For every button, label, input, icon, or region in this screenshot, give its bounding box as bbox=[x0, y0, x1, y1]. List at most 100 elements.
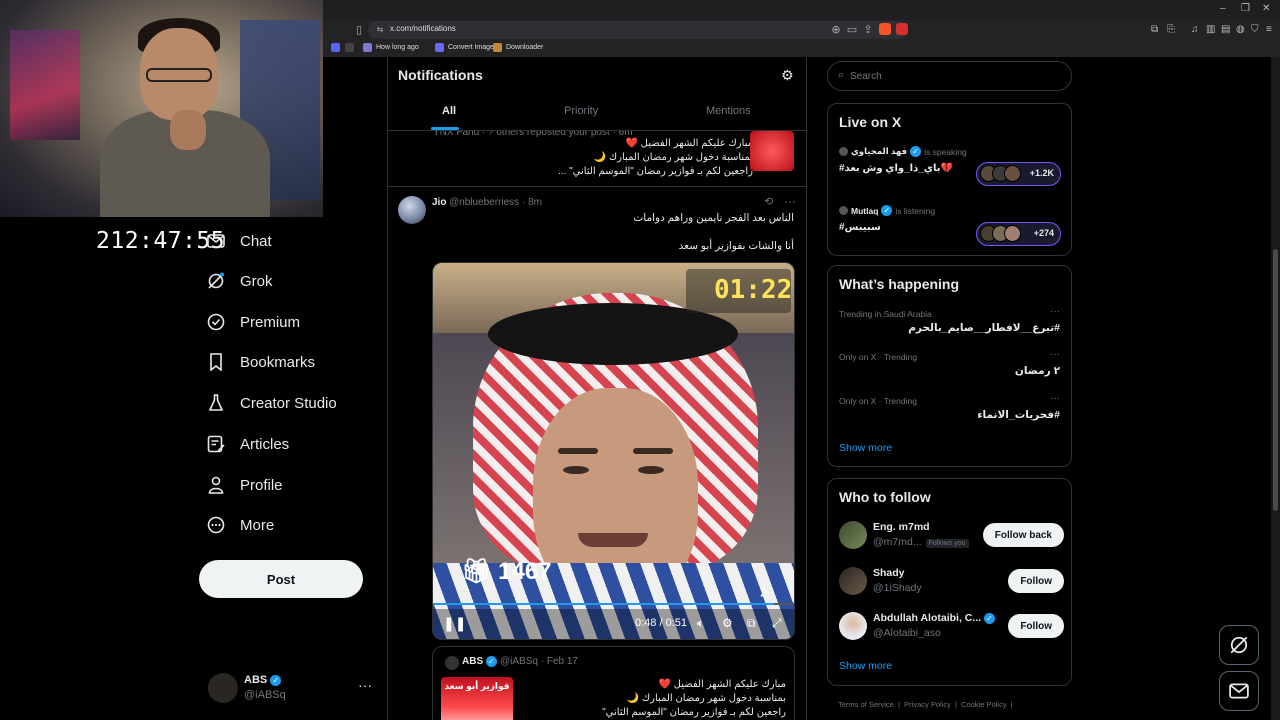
brave-rewards-icon[interactable] bbox=[896, 23, 908, 35]
avatar[interactable] bbox=[839, 521, 867, 549]
trend-item[interactable]: ٢ رمضان bbox=[1015, 365, 1060, 377]
author-name[interactable]: Jio bbox=[432, 197, 446, 208]
sidebar-icon[interactable]: ▥ bbox=[1206, 24, 1215, 35]
post-thumbnail[interactable] bbox=[750, 131, 794, 171]
bookmark-page-icon[interactable]: ▯ bbox=[353, 24, 365, 36]
avatar[interactable] bbox=[398, 196, 426, 224]
messages-fab-button[interactable] bbox=[1219, 671, 1259, 711]
live-topic[interactable]: #سبيبس bbox=[839, 222, 881, 233]
live-topic[interactable]: #باي_ذا_واي وش بعد💔 bbox=[839, 163, 953, 174]
extensions-icon[interactable]: ⧉ bbox=[1151, 24, 1158, 35]
bookmark-how-long-ago[interactable]: How long ago bbox=[363, 43, 419, 52]
menu-icon[interactable]: ≡ bbox=[1266, 24, 1272, 35]
trend-item[interactable]: #تبرع__لافطار__صايم_بالحرم bbox=[908, 322, 1060, 334]
share-icon[interactable]: ⇪ bbox=[862, 24, 874, 36]
close-icon[interactable]: ✕ bbox=[1262, 3, 1270, 14]
downloads-icon[interactable]: ⎘ bbox=[1167, 24, 1175, 35]
flask-icon bbox=[205, 392, 227, 414]
search-box[interactable]: ⌕ bbox=[827, 61, 1072, 91]
search-input[interactable] bbox=[850, 66, 1060, 86]
nav-item-articles[interactable]: Articles bbox=[205, 426, 289, 462]
zoom-icon[interactable]: ⊕ bbox=[830, 24, 842, 36]
account-switcher[interactable]: ABS ✓ @iABSq ··· bbox=[208, 671, 378, 707]
address-bar[interactable]: ⇆ x.com/notifications ⊕ ▭ ⇪ ☆ bbox=[368, 21, 908, 39]
avatar[interactable] bbox=[839, 612, 867, 640]
cookie-link[interactable]: Cookie Policy bbox=[961, 700, 1006, 709]
terms-link[interactable]: Terms of Service bbox=[838, 700, 894, 709]
video-progress-bar[interactable] bbox=[433, 603, 794, 605]
picture-in-picture-icon[interactable]: ⧉ bbox=[747, 616, 756, 631]
tab-priority[interactable]: Priority bbox=[564, 105, 598, 117]
nav-item-chat[interactable]: Chat bbox=[205, 223, 272, 259]
quoted-post[interactable]: ABS ✓ @iABSq · Feb 17 فوازير أبو سعد مبا… bbox=[432, 646, 795, 720]
fullscreen-icon[interactable]: ⤢ bbox=[772, 616, 782, 631]
live-host[interactable]: Mutlaq ✓ is listening bbox=[839, 205, 935, 216]
repost-notification[interactable]: YNX Fahd · ? others reposted your post ·… bbox=[388, 127, 806, 187]
wall-poster bbox=[10, 30, 80, 140]
avatar bbox=[1004, 165, 1021, 182]
post-button[interactable]: Post bbox=[199, 560, 363, 598]
bookmark-c[interactable] bbox=[345, 43, 354, 52]
live-listeners-pill[interactable]: +1.2K bbox=[976, 162, 1061, 186]
user-name: Shady bbox=[873, 567, 905, 579]
gear-icon[interactable]: ⚙ bbox=[781, 67, 794, 84]
more-dots-icon[interactable]: ··· bbox=[784, 194, 796, 208]
site-settings-icon[interactable]: ⇆ bbox=[374, 24, 386, 36]
scrollbar-thumb[interactable] bbox=[1273, 249, 1278, 511]
video-player[interactable]: 01:22 🎁︎ 1467 ♪ ❚❚ 0:48 / 0:51 🔈︎ ⚙ ⧉ ⤢ bbox=[432, 262, 795, 640]
nav-item-creator-studio[interactable]: Creator Studio bbox=[205, 385, 337, 421]
live-host[interactable]: فهد المحياوي ✓ is speaking bbox=[839, 146, 967, 157]
tab-mentions[interactable]: Mentions bbox=[706, 105, 751, 117]
follow-back-button[interactable]: Follow back bbox=[982, 523, 1064, 547]
quote-thumbnail[interactable]: فوازير أبو سعد bbox=[441, 677, 513, 720]
more-dots-icon[interactable]: ··· bbox=[1050, 393, 1060, 404]
nav-item-bookmarks[interactable]: Bookmarks bbox=[205, 344, 315, 380]
avatar bbox=[839, 206, 848, 215]
restore-icon[interactable]: ❐ bbox=[1241, 3, 1250, 14]
brave-shields-icon[interactable] bbox=[879, 23, 891, 35]
minimize-icon[interactable]: – bbox=[1220, 3, 1226, 14]
volume-icon[interactable]: 🔈︎ bbox=[697, 616, 704, 631]
video-clock-overlay: 01:22 bbox=[686, 269, 792, 313]
tab-all[interactable]: All bbox=[442, 105, 456, 117]
page-title: Notifications bbox=[398, 67, 483, 83]
avatar[interactable] bbox=[839, 567, 867, 595]
show-more-link[interactable]: Show more bbox=[839, 660, 892, 672]
avatar bbox=[1004, 225, 1021, 242]
thumbnail-text: فوازير أبو سعد bbox=[444, 681, 510, 691]
bookmark-convert-image[interactable]: Convert Image bbox=[435, 43, 494, 52]
privacy-link[interactable]: Privacy Policy bbox=[904, 700, 951, 709]
nav-item-profile[interactable]: Profile bbox=[205, 467, 283, 503]
notification-post[interactable]: Jio @nblueberriess · 8m ⟲ ··· الناس بعد … bbox=[388, 188, 806, 720]
settings-icon[interactable]: ⚙ bbox=[722, 616, 733, 630]
page-scrollbar[interactable] bbox=[1271, 57, 1280, 720]
more-dots-icon[interactable]: ··· bbox=[358, 677, 372, 693]
trend-item[interactable]: #فحريات_الانماء bbox=[977, 409, 1060, 421]
grok-fab-button[interactable] bbox=[1219, 625, 1259, 665]
follow-suggestion[interactable]: Eng. m7md @m7md... Follows you Follow bac… bbox=[839, 519, 1064, 555]
more-dots-icon[interactable]: ··· bbox=[1050, 349, 1060, 360]
grok-explain-icon[interactable]: ⟲ bbox=[764, 195, 773, 208]
video-progress-fill bbox=[433, 603, 775, 605]
wallet-icon[interactable]: ▤ bbox=[1221, 24, 1230, 35]
vpn-icon[interactable]: ◍ bbox=[1236, 24, 1245, 35]
nav-item-premium[interactable]: Premium bbox=[205, 304, 300, 340]
live-listeners-pill[interactable]: +274 bbox=[976, 222, 1061, 246]
eyebrow bbox=[633, 448, 673, 454]
shield-icon[interactable]: ⛉ bbox=[1251, 24, 1259, 35]
user-handle: @Alotaibi_aso bbox=[873, 627, 941, 639]
follow-suggestion[interactable]: Shady @1iShady Follow bbox=[839, 565, 1064, 601]
music-icon[interactable]: ♫ bbox=[1191, 24, 1199, 35]
author-handle[interactable]: @nblueberriess · 8m bbox=[449, 197, 542, 208]
pause-icon[interactable]: ❚❚ bbox=[443, 615, 466, 632]
follow-suggestion[interactable]: Abdullah Alotaibi, C... ✓ @Alotaibi_aso … bbox=[839, 610, 1064, 646]
bookmark-s[interactable] bbox=[331, 43, 340, 52]
more-dots-icon[interactable]: ··· bbox=[1050, 306, 1060, 317]
nav-item-grok[interactable]: Grok bbox=[205, 263, 273, 299]
follow-button[interactable]: Follow bbox=[1008, 569, 1064, 593]
show-more-link[interactable]: Show more bbox=[839, 442, 892, 454]
nav-item-more[interactable]: More bbox=[205, 507, 274, 543]
cast-icon[interactable]: ▭ bbox=[846, 24, 858, 36]
bookmark-downloader[interactable]: Downloader bbox=[493, 43, 543, 52]
follow-button[interactable]: Follow bbox=[1008, 614, 1064, 638]
